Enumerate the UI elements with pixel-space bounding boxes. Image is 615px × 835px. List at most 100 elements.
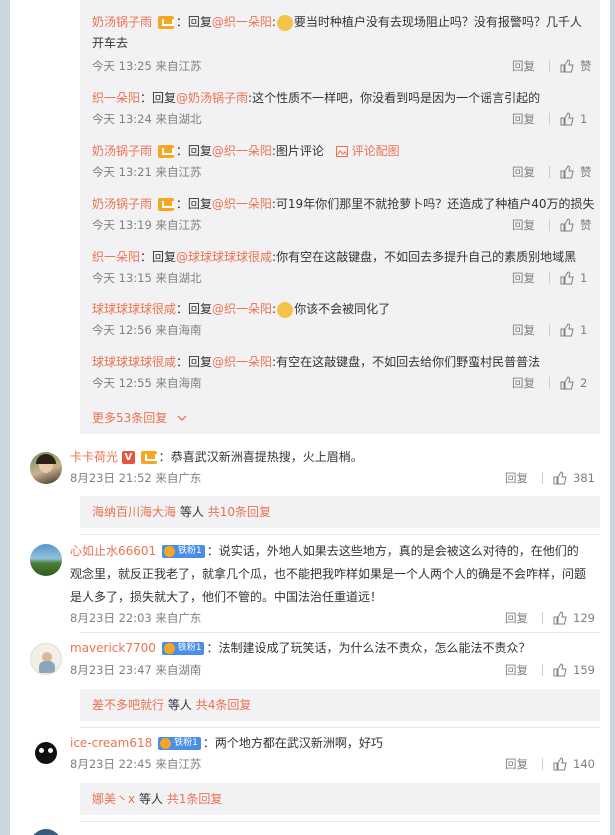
mention-link[interactable]: @织一朵阳 (212, 355, 272, 369)
reply-count-link[interactable]: 共1条回复 (167, 792, 223, 806)
user-link[interactable]: 奶汤锅子雨 (92, 144, 152, 158)
reply-button[interactable]: 回复 (512, 269, 535, 287)
vip-crown-icon (157, 198, 174, 211)
user-link[interactable]: 球球球球球很咸 (92, 355, 176, 369)
avatar[interactable] (30, 452, 62, 484)
mention-link[interactable]: @织一朵阳 (212, 302, 272, 316)
like-icon[interactable] (560, 323, 574, 337)
mention-link[interactable]: @织一朵阳 (212, 197, 272, 211)
avatar[interactable] (30, 829, 62, 835)
more-replies-link[interactable]: 更多53条回复 (92, 409, 187, 426)
comment-text: 法制建设成了玩笑话，为什么法不责众，怎么能法不责众？ (218, 641, 531, 655)
reply-button[interactable]: 回复 (512, 57, 535, 75)
reply-count-link[interactable]: 共10条回复 (208, 505, 271, 519)
timestamp: 8月23日 21:52 来自广东 (70, 471, 202, 485)
picture-label[interactable]: 评论配图 (352, 144, 400, 158)
user-link[interactable]: 差不多吧就行 (92, 698, 164, 712)
user-link[interactable]: 卡卡荷光 (70, 450, 118, 464)
divider (542, 758, 543, 770)
like-icon[interactable] (560, 165, 574, 179)
reply-button[interactable]: 回复 (512, 321, 535, 339)
user-link[interactable]: 海纳百川海大海 (92, 505, 176, 519)
sub-reply-summary[interactable]: 海纳百川海大海 等人 共10条回复 (80, 496, 600, 528)
mention-link[interactable]: @球球球球球很咸 (176, 250, 272, 264)
like-count[interactable]: 赞 (580, 216, 592, 234)
reply-button[interactable]: 回复 (505, 661, 528, 679)
user-link[interactable]: 心如止水66601 (70, 544, 156, 558)
reply-button[interactable]: 回复 (505, 469, 528, 487)
summary-text: 等人 (167, 698, 192, 712)
like-icon[interactable] (553, 757, 567, 771)
like-icon[interactable] (560, 376, 574, 390)
avatar[interactable] (30, 643, 62, 675)
reply-button[interactable]: 回复 (505, 609, 528, 627)
user-link[interactable]: 娜美丶x (92, 792, 135, 806)
actions: 回复 赞 (512, 57, 592, 75)
reply-label: ：回复 (176, 355, 213, 369)
reply-button[interactable]: 回复 (512, 374, 535, 392)
reply-text: 有空在这敲键盘，不如回去给你们野蛮村民普普法 (276, 355, 541, 369)
like-count[interactable]: 129 (573, 609, 595, 627)
timestamp: 8月23日 23:47 来自湖南 (70, 663, 202, 677)
reply-count-link[interactable]: 共4条回复 (196, 698, 252, 712)
comment-picture-link[interactable]: 评论配图 (335, 144, 400, 158)
like-count[interactable]: 1 (580, 269, 587, 287)
like-icon[interactable] (553, 663, 567, 677)
divider (542, 612, 543, 624)
avatar[interactable] (30, 544, 62, 576)
like-count[interactable]: 381 (573, 469, 595, 487)
reply-label: ：回复 (175, 197, 212, 211)
emoji-icon (276, 14, 293, 31)
mention-link[interactable]: @织一朵阳 (212, 144, 272, 158)
comment-body: maverick7700 铁粉1 ：法制建设成了玩笑话，为什么法不责众，怎么能法不… (70, 638, 590, 659)
divider (80, 727, 600, 728)
like-count[interactable]: 赞 (580, 163, 592, 181)
like-count[interactable]: 1 (580, 321, 587, 339)
colon: ： (206, 641, 219, 655)
reply-button[interactable]: 回复 (512, 216, 535, 234)
like-count[interactable]: 159 (573, 661, 595, 679)
like-icon[interactable] (560, 59, 574, 73)
like-icon[interactable] (560, 112, 574, 126)
divider (80, 632, 600, 633)
like-count[interactable]: 1 (580, 110, 587, 128)
user-link[interactable]: 球球球球球很咸 (92, 302, 176, 316)
reply-label: ：回复 (176, 302, 213, 316)
like-icon[interactable] (553, 611, 567, 625)
like-count[interactable]: 140 (573, 755, 595, 773)
mention-link[interactable]: @奶汤锅子雨 (176, 91, 248, 105)
avatar[interactable] (30, 737, 62, 769)
actions: 回复 140 (505, 755, 595, 773)
timestamp: 今天 13:24 来自湖北 (92, 112, 202, 126)
reply-button[interactable]: 回复 (505, 755, 528, 773)
actions: 回复 159 (505, 661, 595, 679)
timestamp: 8月23日 22:03 来自广东 (70, 611, 202, 625)
colon: ： (202, 736, 215, 750)
user-link[interactable]: 织一朵阳 (92, 250, 140, 264)
divider (549, 272, 550, 284)
user-link[interactable]: 奶汤锅子雨 (92, 197, 152, 211)
like-icon[interactable] (560, 218, 574, 232)
like-icon[interactable] (560, 271, 574, 285)
reply-button[interactable]: 回复 (512, 163, 535, 181)
like-icon[interactable] (553, 471, 567, 485)
user-link[interactable]: 织一朵阳 (92, 91, 140, 105)
user-link[interactable]: ice-cream618 (70, 736, 152, 750)
mention-link[interactable]: @织一朵阳 (212, 15, 272, 29)
divider (549, 219, 550, 231)
comment-body: 心如止水66601 铁粉1 ：说实话，外地人如果去这些地方，真的是会被这么对待的，… (70, 540, 590, 609)
like-count[interactable]: 2 (580, 374, 587, 392)
vip-crown-icon (140, 451, 157, 464)
user-link[interactable]: maverick7700 (70, 641, 156, 655)
reply-button[interactable]: 回复 (512, 110, 535, 128)
divider (542, 664, 543, 676)
actions: 回复 赞 (512, 216, 592, 234)
like-count[interactable]: 赞 (580, 57, 592, 75)
actions: 回复 1 (512, 321, 587, 339)
colon: ： (158, 450, 171, 464)
sub-reply-summary[interactable]: 差不多吧就行 等人 共4条回复 (80, 689, 600, 721)
user-link[interactable]: 奶汤锅子雨 (92, 15, 152, 29)
sub-reply-summary[interactable]: 娜美丶x 等人 共1条回复 (80, 783, 600, 815)
reply-label: ：回复 (140, 91, 177, 105)
divider (549, 324, 550, 336)
